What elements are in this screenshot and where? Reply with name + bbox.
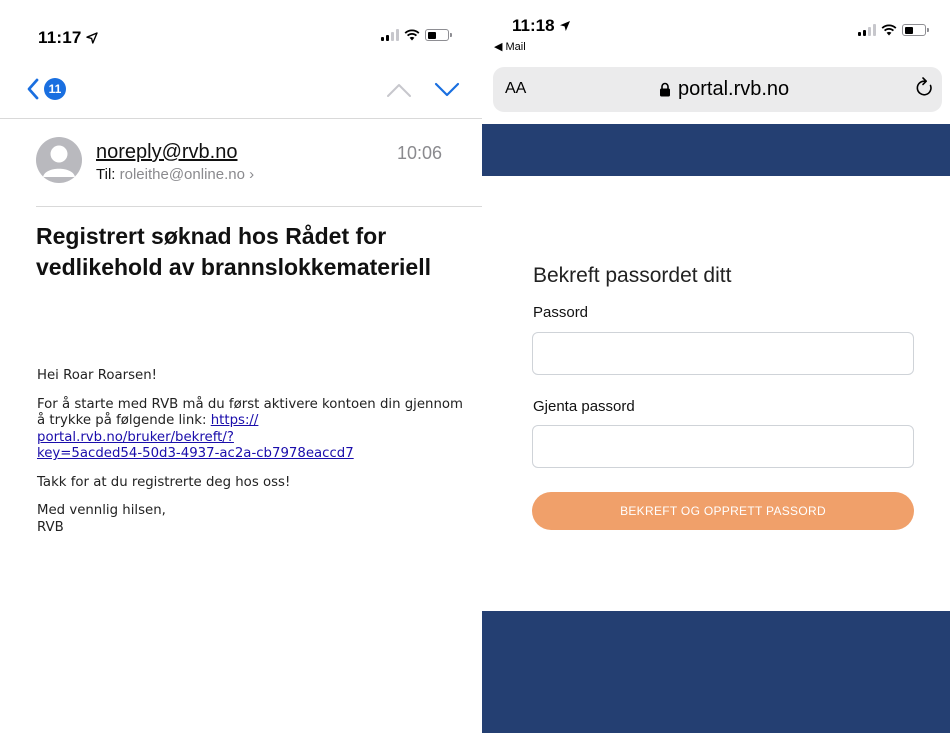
link-line-2: portal.rvb.no/bruker/bekreft/? <box>37 429 234 445</box>
password-field[interactable] <box>532 332 914 375</box>
chevron-right-icon: › <box>249 166 255 183</box>
back-to-mail-button[interactable]: ◀ Mail <box>494 40 526 53</box>
wifi-icon <box>404 29 420 41</box>
reload-icon[interactable] <box>915 77 935 99</box>
repeat-password-field[interactable] <box>532 425 914 468</box>
location-arrow-icon <box>86 32 99 44</box>
signal-icon <box>858 24 876 36</box>
sender-address[interactable]: noreply@rvb.no <box>96 141 237 164</box>
form-card <box>482 176 950 611</box>
repeat-password-label: Gjenta passord <box>533 398 635 415</box>
toolbar-divider <box>0 118 482 119</box>
greeting: Hei Roar Roarsen! <box>37 368 157 383</box>
status-icons <box>858 24 929 36</box>
battery-icon <box>902 24 929 36</box>
mail-subject: Registrert søknad hos Rådet for vedlikeh… <box>36 223 431 280</box>
mail-screen: 11:17 11 noreply@rvb.no 10:06 Til: rolei… <box>0 0 482 733</box>
link-line-3: key=5acded54-50d3-4937-ac2a-cb7978eaccd7 <box>37 446 354 461</box>
received-time: 10:06 <box>397 143 443 163</box>
password-label: Passord <box>533 304 589 321</box>
link-line-1: https:// <box>210 413 259 428</box>
back-button[interactable]: 11 <box>26 78 66 100</box>
address-bar[interactable]: AA portal.rvb.no <box>493 67 942 112</box>
unread-count-badge: 11 <box>44 78 66 100</box>
battery-icon <box>425 29 452 41</box>
text-size-button[interactable]: AA <box>505 80 526 98</box>
status-time-text: 11:17 <box>38 28 82 47</box>
message-nav <box>386 82 460 98</box>
signoff-text: Med vennlig hilsen, <box>37 503 166 518</box>
sender-avatar <box>36 137 82 183</box>
instruction-paragraph: For å starte med RVB må du først aktiver… <box>37 397 467 463</box>
form-heading: Bekreft passordet ditt <box>533 264 732 287</box>
person-icon <box>43 145 75 177</box>
next-message-button[interactable] <box>434 82 460 98</box>
page-header-band <box>482 124 950 176</box>
status-icons <box>381 29 452 41</box>
confirm-create-password-button[interactable]: BEKREFT OG OPPRETT PASSORD <box>532 492 914 530</box>
url-display[interactable]: portal.rvb.no <box>659 78 789 101</box>
thanks-text: Takk for at du registrerte deg hos oss! <box>37 474 291 490</box>
signoff: Med vennlig hilsen, RVB <box>37 503 467 536</box>
previous-message-button[interactable] <box>386 82 412 98</box>
recipient-address: roleithe@online.no <box>119 166 245 183</box>
recipient-line[interactable]: Til: roleithe@online.no › <box>96 166 254 183</box>
location-arrow-icon <box>560 21 571 31</box>
chevron-left-icon <box>27 78 39 100</box>
lock-icon <box>660 82 670 97</box>
header-divider <box>36 206 482 207</box>
status-time: 11:17 <box>38 28 99 48</box>
page-footer-band <box>482 611 950 733</box>
signature-text: RVB <box>37 519 64 535</box>
mail-body: Hei Roar Roarsen! For å starte med RVB m… <box>37 368 467 548</box>
browser-screen: 11:18 ◀ Mail AA portal.rvb.no Bekreft pa… <box>482 0 950 733</box>
status-time-text: 11:18 <box>512 16 555 35</box>
status-time: 11:18 <box>512 16 571 36</box>
signal-icon <box>381 29 399 41</box>
wifi-icon <box>881 24 897 36</box>
url-text: portal.rvb.no <box>678 78 790 100</box>
to-label: Til: <box>96 166 116 183</box>
